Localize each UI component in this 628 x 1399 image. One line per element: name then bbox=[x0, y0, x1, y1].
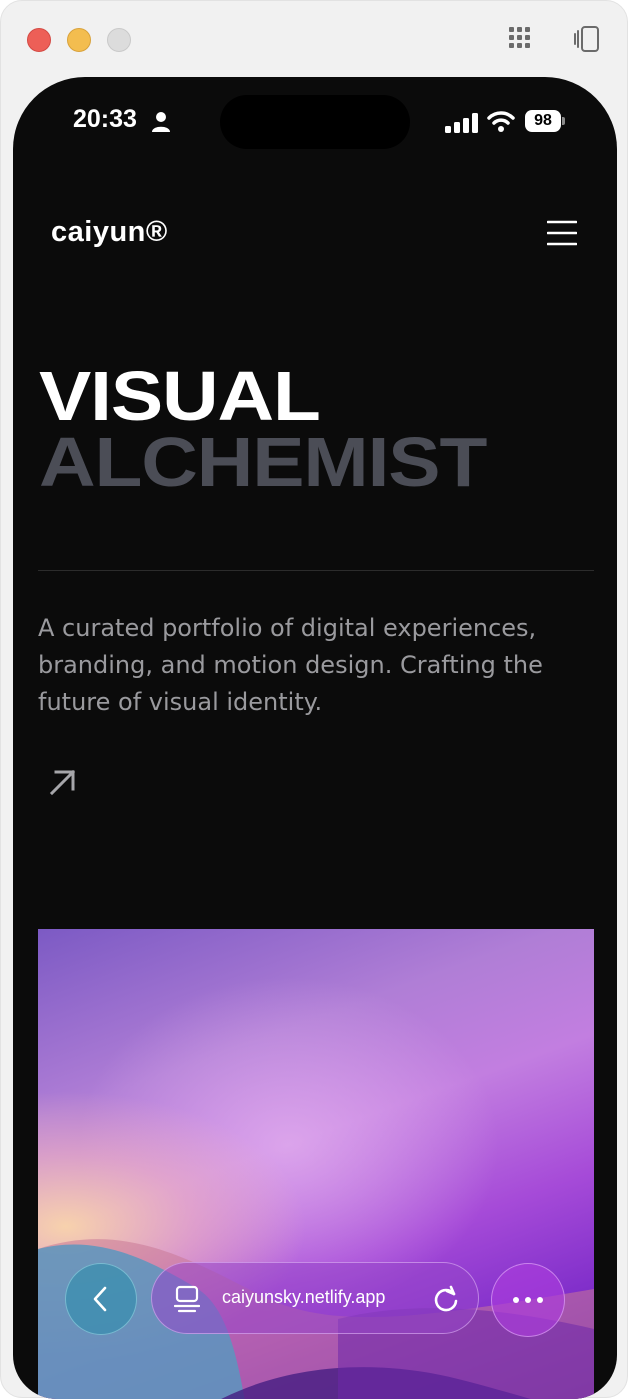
hero-title-line2: ALCHEMIST bbox=[39, 423, 487, 501]
battery-cap bbox=[562, 117, 565, 125]
simulator-window: 20:33 98 caiyun® VISUAL ALCHEMIST A cura… bbox=[0, 0, 628, 1399]
chevron-left-icon bbox=[93, 1286, 107, 1312]
more-options-button[interactable] bbox=[491, 1263, 565, 1337]
status-bar: 20:33 98 bbox=[13, 77, 617, 157]
site-logo[interactable]: caiyun® bbox=[51, 216, 168, 249]
zoom-window-button[interactable] bbox=[107, 28, 131, 52]
status-time: 20:33 bbox=[73, 105, 137, 133]
battery-indicator: 98 bbox=[525, 110, 565, 132]
rotate-device-icon[interactable] bbox=[573, 25, 601, 53]
reader-icon[interactable] bbox=[174, 1285, 200, 1313]
address-bar[interactable]: caiyunsky.netlify.app bbox=[151, 1262, 479, 1334]
hamburger-menu-icon[interactable] bbox=[547, 220, 577, 246]
close-window-button[interactable] bbox=[27, 28, 51, 52]
grid-icon[interactable] bbox=[509, 27, 531, 49]
hero-description: A curated portfolio of digital experienc… bbox=[38, 614, 543, 716]
reload-icon[interactable] bbox=[432, 1285, 460, 1313]
minimize-window-button[interactable] bbox=[67, 28, 91, 52]
ellipsis-icon bbox=[513, 1297, 543, 1303]
wifi-icon bbox=[487, 111, 515, 132]
battery-level: 98 bbox=[525, 110, 561, 132]
dynamic-island bbox=[220, 95, 410, 149]
arrow-up-right-icon[interactable] bbox=[47, 766, 79, 798]
cellular-signal-icon bbox=[445, 113, 478, 133]
phone-screen: 20:33 98 caiyun® VISUAL ALCHEMIST A cura… bbox=[13, 77, 617, 1399]
hero-title-line1: VISUAL bbox=[39, 357, 321, 435]
back-button[interactable] bbox=[65, 1263, 137, 1335]
section-divider bbox=[38, 570, 594, 571]
person-icon bbox=[152, 112, 170, 132]
url-text[interactable]: caiyunsky.netlify.app bbox=[222, 1287, 385, 1308]
browser-toolbar: caiyunsky.netlify.app bbox=[13, 1259, 617, 1339]
